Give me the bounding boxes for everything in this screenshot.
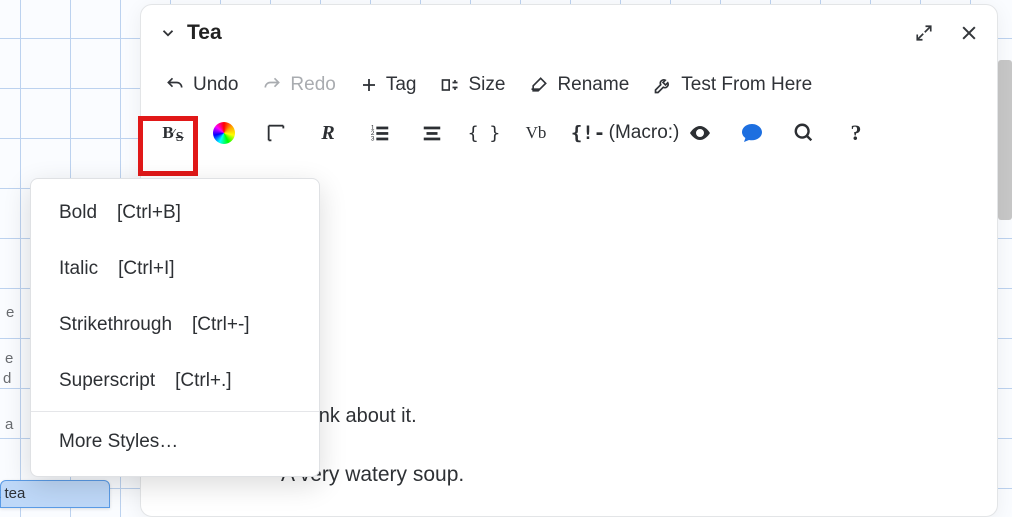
preview-button[interactable] [681, 114, 719, 152]
verbatim-button[interactable]: Vb [517, 114, 555, 152]
borders-button[interactable] [257, 114, 295, 152]
comment-button[interactable]: {!- [569, 114, 607, 152]
menu-shortcut: [Ctrl+I] [118, 258, 174, 280]
menu-label: Superscript [59, 370, 155, 392]
bg-text: d [3, 370, 11, 387]
menu-item-more-styles[interactable]: More Styles… [31, 414, 319, 470]
menu-divider [31, 411, 319, 412]
undo-icon [165, 75, 185, 95]
styles-dropdown: Bold [Ctrl+B] Italic [Ctrl+I] Strikethro… [30, 178, 320, 477]
eye-icon [688, 121, 712, 145]
chevron-down-icon[interactable] [159, 24, 177, 42]
list-button[interactable]: 123 [361, 114, 399, 152]
menu-item-strikethrough[interactable]: Strikethrough [Ctrl+-] [31, 297, 319, 353]
columns-button[interactable]: { } [465, 114, 503, 152]
bg-text: e [6, 304, 14, 321]
size-label: Size [468, 74, 505, 96]
align-button[interactable] [413, 114, 451, 152]
menu-item-bold[interactable]: Bold [Ctrl+B] [31, 185, 319, 241]
rename-label: Rename [557, 74, 629, 96]
undo-label: Undo [193, 74, 238, 96]
help-button[interactable]: ? [837, 114, 875, 152]
border-icon [265, 122, 287, 144]
rainbow-icon [213, 122, 235, 144]
colors-button[interactable] [205, 114, 243, 152]
chat-button[interactable] [733, 114, 771, 152]
menu-shortcut: [Ctrl+-] [192, 314, 250, 336]
rotate-button[interactable]: R [309, 114, 347, 152]
tag-label: Tag [386, 74, 417, 96]
menu-shortcut: [Ctrl+.] [175, 370, 231, 392]
menu-item-italic[interactable]: Italic [Ctrl+I] [31, 241, 319, 297]
search-button[interactable] [785, 114, 823, 152]
menu-label: Strikethrough [59, 314, 172, 336]
expand-icon[interactable] [915, 24, 933, 42]
redo-icon [262, 75, 282, 95]
undo-button[interactable]: Undo [153, 65, 250, 105]
macro-button[interactable]: (Macro:) [621, 114, 667, 152]
titlebar: Tea [141, 5, 997, 61]
bg-card[interactable]: rmint tea [0, 480, 110, 508]
tag-button[interactable]: Tag [348, 65, 429, 105]
speech-icon [740, 121, 764, 145]
menu-label: Bold [59, 202, 97, 224]
scrollbar-thumb[interactable] [998, 60, 1012, 220]
search-icon [793, 122, 815, 144]
wrench-icon [653, 75, 673, 95]
rename-icon [529, 75, 549, 95]
styles-button[interactable]: B⁄S [153, 114, 191, 152]
passage-title: Tea [187, 21, 222, 45]
redo-label: Redo [290, 74, 335, 96]
test-from-here-button[interactable]: Test From Here [641, 65, 824, 105]
toolbar-format: B⁄S R 123 { } Vb {!- (Macro:) ? [141, 109, 997, 157]
bg-text: e [5, 350, 13, 367]
plus-icon [360, 76, 378, 94]
size-icon [440, 75, 460, 95]
svg-text:3: 3 [371, 135, 375, 142]
close-icon[interactable] [959, 23, 979, 43]
bg-card-label: rmint tea [0, 485, 25, 502]
menu-label: More Styles… [59, 431, 178, 453]
align-icon [421, 122, 443, 144]
toolbar-primary: Undo Redo Tag Size Rename Test From Here [141, 61, 997, 109]
menu-label: Italic [59, 258, 98, 280]
menu-item-superscript[interactable]: Superscript [Ctrl+.] [31, 353, 319, 409]
bg-text: a [5, 416, 13, 433]
list-icon: 123 [369, 122, 391, 144]
bold-strike-icon: B⁄S [162, 123, 181, 143]
redo-button: Redo [250, 65, 347, 105]
size-button[interactable]: Size [428, 65, 517, 105]
rename-button[interactable]: Rename [517, 65, 641, 105]
menu-shortcut: [Ctrl+B] [117, 202, 181, 224]
test-label: Test From Here [681, 74, 812, 96]
macro-label: (Macro:) [609, 122, 680, 144]
